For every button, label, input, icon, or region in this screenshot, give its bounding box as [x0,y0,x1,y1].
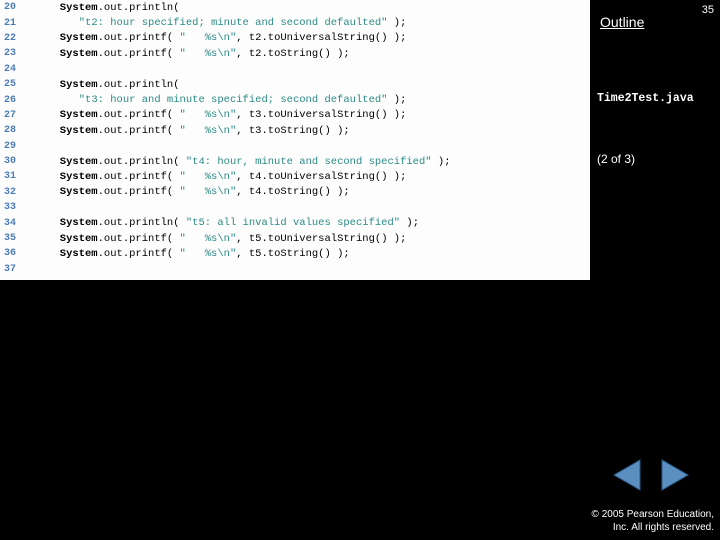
code-line: 20 System.out.println( [0,0,590,15]
line-number: 27 [0,110,22,121]
line-number: 22 [0,33,22,44]
code-text: System.out.println( [22,2,180,14]
code-text: System.out.printf( " %s\n", t3.toString(… [22,125,350,137]
page-number: 35 [702,4,714,16]
code-line: 36 System.out.printf( " %s\n", t5.toStri… [0,246,590,261]
copyright-line1: © 2005 Pearson Education, [592,508,714,521]
code-text: System.out.printf( " %s\n", t3.toUnivers… [22,109,406,121]
code-line: 21 "t2: hour specified; minute and secon… [0,15,590,30]
line-number: 20 [0,2,22,13]
part-indicator: (2 of 3) [597,152,635,166]
line-number: 30 [0,156,22,167]
code-line: 37 [0,262,590,277]
arrow-right-icon [658,480,692,495]
code-text: System.out.printf( " %s\n", t2.toUnivers… [22,32,406,44]
code-line: 27 System.out.printf( " %s\n", t3.toUniv… [0,108,590,123]
slide: 20 System.out.println(21 "t2: hour speci… [0,0,720,540]
code-text: System.out.printf( " %s\n", t5.toUnivers… [22,233,406,245]
next-button[interactable] [658,458,692,492]
code-line: 30 System.out.println( "t4: hour, minute… [0,154,590,169]
line-number: 24 [0,64,22,75]
code-line: 35 System.out.printf( " %s\n", t5.toUniv… [0,231,590,246]
line-number: 28 [0,125,22,136]
code-line: 32 System.out.printf( " %s\n", t4.toStri… [0,185,590,200]
line-number: 35 [0,233,22,244]
line-number: 23 [0,48,22,59]
line-number: 26 [0,95,22,106]
code-line: 33 [0,200,590,215]
code-line: 23 System.out.printf( " %s\n", t2.toStri… [0,46,590,61]
line-number: 37 [0,264,22,275]
code-line: 31 System.out.printf( " %s\n", t4.toUniv… [0,169,590,184]
code-panel: 20 System.out.println(21 "t2: hour speci… [0,0,590,280]
line-number: 36 [0,248,22,259]
code-text: System.out.printf( " %s\n", t5.toString(… [22,248,350,260]
code-line: 28 System.out.printf( " %s\n", t3.toStri… [0,123,590,138]
line-number: 21 [0,18,22,29]
code-text: "t3: hour and minute specified; second d… [22,94,406,106]
line-number: 33 [0,202,22,213]
file-name: Time2Test.java [597,92,694,105]
arrow-left-icon [610,480,644,495]
copyright-line2: Inc. All rights reserved. [592,521,714,534]
code-line: 22 System.out.printf( " %s\n", t2.toUniv… [0,31,590,46]
nav-arrows [610,458,692,492]
outline-heading: Outline [600,14,644,30]
code-text: System.out.println( "t4: hour, minute an… [22,156,451,168]
line-number: 34 [0,218,22,229]
code-line: 26 "t3: hour and minute specified; secon… [0,92,590,107]
code-line: 34 System.out.println( "t5: all invalid … [0,215,590,230]
code-text: System.out.printf( " %s\n", t2.toString(… [22,48,350,60]
line-number: 32 [0,187,22,198]
code-text: "t2: hour specified; minute and second d… [22,17,406,29]
prev-button[interactable] [610,458,644,492]
code-line: 25 System.out.println( [0,77,590,92]
code-text: System.out.printf( " %s\n", t4.toString(… [22,186,350,198]
code-text: System.out.println( "t5: all invalid val… [22,217,419,229]
line-number: 25 [0,79,22,90]
code-text: System.out.println( [22,79,180,91]
line-number: 29 [0,141,22,152]
code-line: 29 [0,139,590,154]
copyright: © 2005 Pearson Education, Inc. All right… [592,508,714,534]
code-text: System.out.printf( " %s\n", t4.toUnivers… [22,171,406,183]
code-line: 24 [0,62,590,77]
line-number: 31 [0,171,22,182]
